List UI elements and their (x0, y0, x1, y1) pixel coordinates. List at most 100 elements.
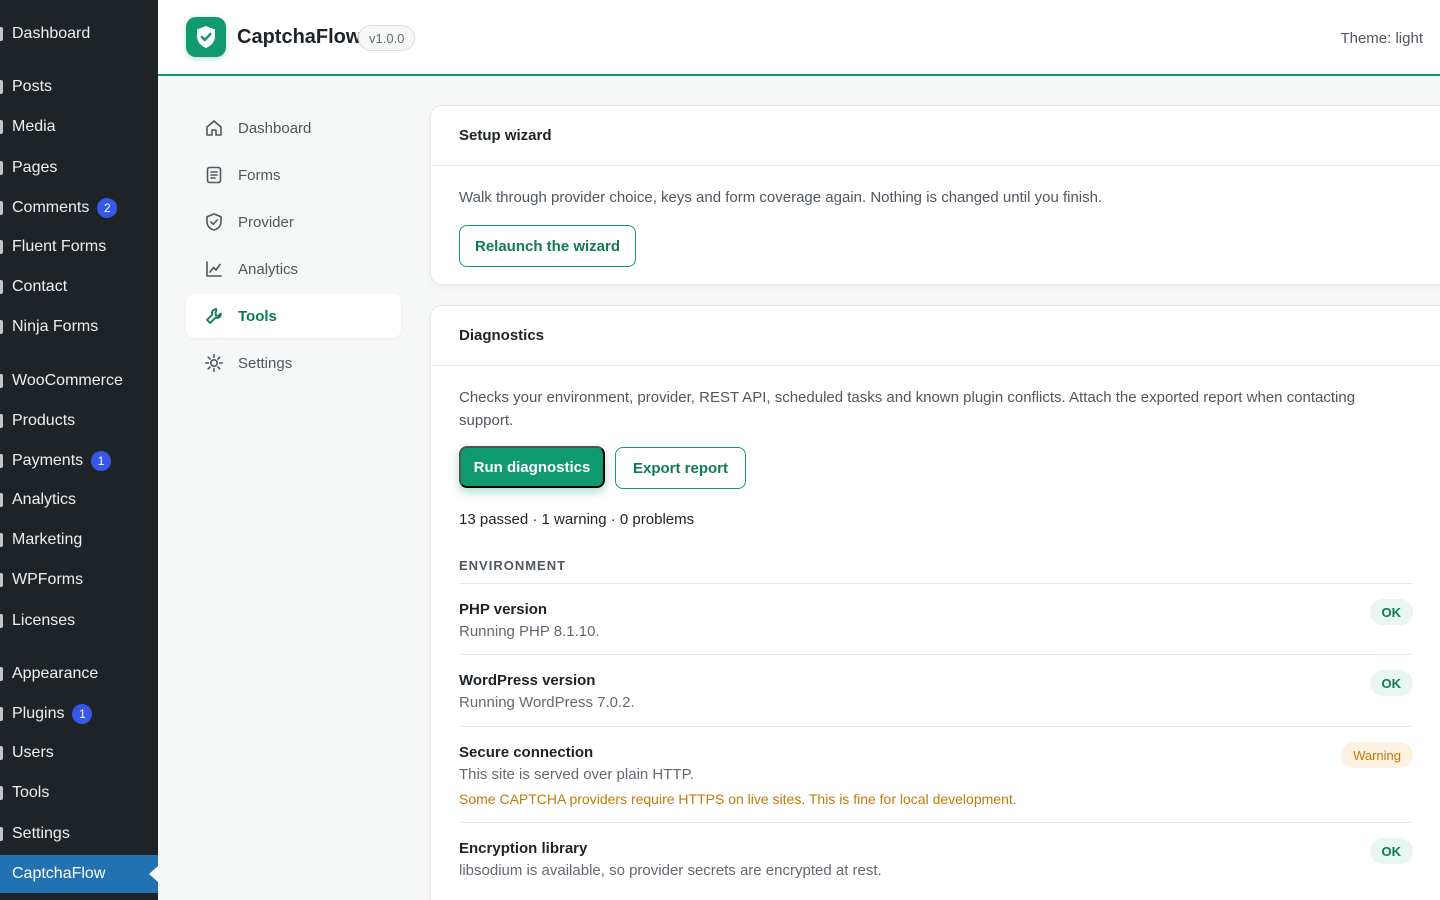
wp-menu-item-marketing[interactable]: Marketing (0, 521, 158, 559)
wp-menu-item-captchaflow[interactable]: CaptchaFlow (0, 855, 158, 893)
menu-icon-edge (0, 454, 3, 468)
wp-menu-label: WPForms (12, 571, 84, 588)
wp-menu-item-ninja-forms[interactable]: Ninja Forms (0, 308, 158, 346)
menu-icon-edge (0, 786, 3, 800)
plugin-nav-label: Analytics (238, 260, 299, 278)
menu-icon-edge (0, 573, 3, 587)
wrench-icon (204, 306, 224, 326)
plugin-nav-provider[interactable]: Provider (186, 200, 401, 244)
wp-menu-label: Media (12, 118, 56, 135)
check-note: Some CAPTCHA providers require HTTPS on … (459, 791, 1017, 807)
wp-menu-label: Plugins (12, 705, 65, 722)
wp-menu-label: CaptchaFlow (12, 865, 106, 882)
check-title: PHP version (459, 601, 548, 618)
check-row-encryption-library: Encryption library libsodium is available… (459, 822, 1413, 900)
wp-menu-item-pages[interactable]: Pages (0, 149, 158, 187)
wp-menu-label: WooCommerce (12, 372, 123, 389)
wp-menu-item-posts[interactable]: Posts (0, 68, 158, 106)
wp-menu-label: Tools (12, 784, 50, 801)
menu-icon-edge (0, 320, 3, 334)
run-diagnostics-button[interactable]: Run diagnostics (459, 446, 605, 488)
theme-toggle[interactable]: Theme: light (1340, 30, 1423, 47)
wp-menu-item-tools[interactable]: Tools (0, 774, 158, 812)
wp-menu-label: Dashboard (12, 25, 91, 42)
count-badge: 1 (91, 451, 112, 471)
check-row-php-version: PHP version Running PHP 8.1.10. OK (459, 583, 1413, 654)
status-badge: OK (1369, 838, 1413, 864)
plugin-nav-label: Settings (238, 354, 293, 372)
wp-menu-label: Licenses (12, 612, 76, 629)
check-title: WordPress version (459, 672, 596, 689)
status-badge: OK (1369, 670, 1413, 696)
status-badge: Warning (1341, 742, 1413, 768)
wp-menu-item-licenses[interactable]: Licenses (0, 602, 158, 640)
wp-menu-item-appearance[interactable]: Appearance (0, 655, 158, 693)
check-detail: Running PHP 8.1.10. (459, 623, 600, 640)
menu-icon-edge (0, 27, 3, 41)
wp-admin-sidebar: Dashboard Posts Media Pages Comments 2 Fluent … (0, 0, 158, 900)
plugin-nav-forms[interactable]: Forms (186, 153, 401, 197)
plugin-nav-settings[interactable]: Settings (186, 341, 401, 385)
check-row-wordpress-version: WordPress version Running WordPress 7.0.2… (459, 654, 1413, 726)
menu-icon-edge (0, 827, 3, 841)
wp-menu-item-plugins[interactable]: Plugins 1 (0, 695, 158, 733)
plugin-nav-dashboard[interactable]: Dashboard (186, 106, 401, 150)
diagnostics-summary: 13 passed · 1 warning · 0 problems (459, 511, 695, 528)
count-badge: 2 (97, 198, 118, 218)
menu-icon-edge (0, 667, 3, 681)
wp-menu-label: Analytics (12, 491, 77, 508)
wp-menu-item-fluent-forms[interactable]: Fluent Forms (0, 228, 158, 266)
check-title: Encryption library (459, 840, 588, 857)
wp-menu-label: Ninja Forms (12, 318, 99, 335)
plugin-nav-analytics[interactable]: Analytics (186, 247, 401, 291)
export-report-button[interactable]: Export report (615, 447, 746, 489)
wp-menu-item-contact[interactable]: Contact (0, 268, 158, 306)
wp-menu-item-payments[interactable]: Payments 1 (0, 442, 158, 480)
menu-icon-edge (0, 414, 3, 428)
home-icon (204, 118, 224, 138)
plugin-nav-label: Forms (238, 166, 281, 184)
setup-wizard-description: Walk through provider choice, keys and f… (459, 189, 1103, 206)
plugin-nav-tools[interactable]: Tools (186, 294, 401, 338)
setup-wizard-card: Setup wizard Walk through provider choic… (430, 105, 1440, 285)
check-row-secure-connection: Secure connection This site is served ove… (459, 726, 1413, 822)
wp-menu-label: Marketing (12, 531, 83, 548)
check-detail: libsodium is available, so provider secr… (459, 862, 882, 879)
wp-menu-item-dashboard[interactable]: Dashboard (0, 15, 158, 53)
wp-menu-label: Products (12, 412, 76, 429)
menu-icon-edge (0, 280, 3, 294)
wp-menu-item-analytics[interactable]: Analytics (0, 481, 158, 519)
menu-icon-edge (0, 120, 3, 134)
menu-icon-edge (0, 201, 3, 215)
wp-menu-item-users[interactable]: Users (0, 734, 158, 772)
wp-menu-label: Comments (12, 199, 90, 216)
check-title: Secure connection (459, 744, 594, 761)
wp-menu-item-woocommerce[interactable]: WooCommerce (0, 362, 158, 400)
relaunch-wizard-button[interactable]: Relaunch the wizard (459, 225, 636, 267)
wp-menu-label: Posts (12, 78, 53, 95)
menu-icon-edge (0, 80, 3, 94)
captchaflow-logo-icon (186, 17, 226, 57)
chart-icon (204, 259, 224, 279)
wp-menu-item-media[interactable]: Media (0, 108, 158, 146)
wp-menu-item-products[interactable]: Products (0, 402, 158, 440)
form-icon (204, 165, 224, 185)
version-badge: v1.0.0 (358, 25, 416, 51)
wp-menu-label: Settings (12, 825, 70, 842)
gear-icon (204, 353, 224, 373)
wp-menu-item-wpforms[interactable]: WPForms (0, 561, 158, 599)
menu-icon-edge (0, 493, 3, 507)
menu-icon-edge (0, 707, 3, 721)
wp-menu-item-settings[interactable]: Settings (0, 815, 158, 853)
menu-icon-edge (0, 161, 3, 175)
status-badge: OK (1369, 599, 1413, 625)
section-label-environment: ENVIRONMENT (459, 558, 567, 573)
menu-icon-edge (0, 614, 3, 628)
diagnostics-card: Diagnostics Checks your environment, pro… (430, 305, 1440, 900)
wp-menu-label: Users (12, 744, 54, 761)
wp-menu-item-comments[interactable]: Comments 2 (0, 189, 158, 227)
count-badge: 1 (72, 704, 93, 724)
shield-icon (204, 212, 224, 232)
menu-icon-edge (0, 746, 3, 760)
plugin-nav-label: Dashboard (238, 119, 312, 137)
